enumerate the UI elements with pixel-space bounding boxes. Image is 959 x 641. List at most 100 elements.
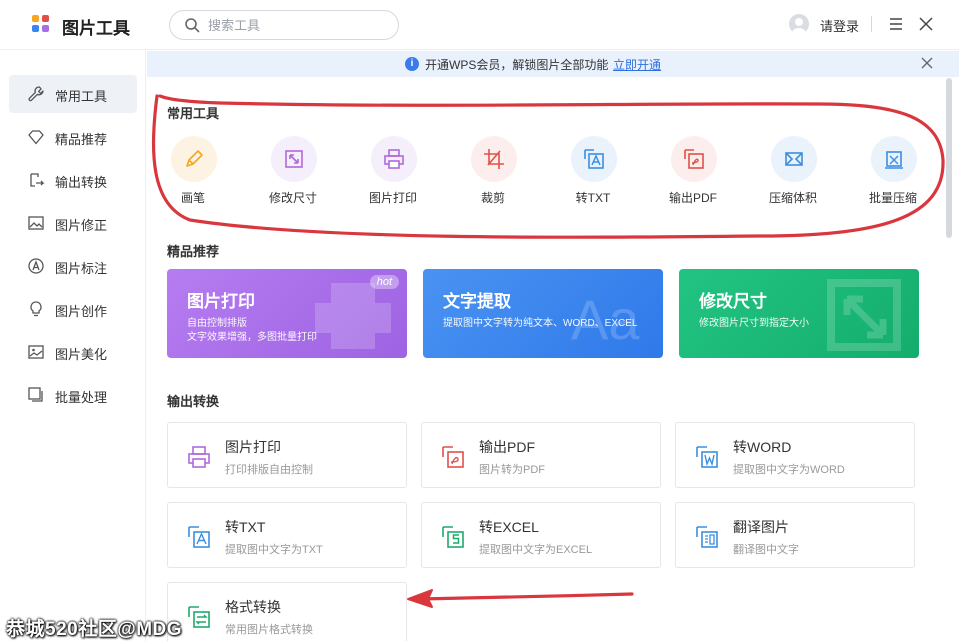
image-icon [28,345,44,359]
sidebar-item-label: 批量处理 [55,390,108,405]
translate-icon [696,526,718,548]
tool-label: 修改尺寸 [268,191,317,205]
resize-icon [827,279,901,351]
batch-compress-icon [885,151,903,169]
printer-icon [188,446,210,468]
sidebar-item-batch[interactable]: 批量处理 [9,376,137,414]
app-title: 图片工具 [62,19,130,38]
tool-resize[interactable]: 修改尺寸 [258,136,328,216]
feature-desc-line: 文字效果增强，多图批量打印 [187,332,317,343]
scrollbar[interactable] [946,78,952,238]
tool-compress[interactable]: 压缩体积 [758,136,828,216]
wrench-icon [28,86,44,102]
divider [871,16,872,32]
section-title-common: 常用工具 [167,106,220,121]
output-card-translate[interactable]: 翻译图片 翻译图中文字 [675,502,915,568]
sidebar-item-common-tools[interactable]: 常用工具 [9,75,137,113]
tool-pdf[interactable]: 输出PDF [658,136,728,216]
diamond-icon [28,130,44,145]
sidebar-item-label: 图片创作 [55,304,108,319]
card-desc: 打印排版自由控制 [225,464,313,476]
close-icon[interactable] [919,17,933,31]
tool-label: 转TXT [575,191,611,205]
feature-title: 图片打印 [187,292,255,311]
resize-icon [285,150,303,168]
feature-card-print[interactable]: hot 图片打印 自由控制排版 文字效果增强，多图批量打印 [167,269,407,358]
feature-card-resize[interactable]: 修改尺寸 修改图片尺寸到指定大小 [679,269,919,358]
output-card-pdf[interactable]: 输出PDF 图片转为PDF [421,422,661,488]
feature-title: 修改尺寸 [699,292,767,311]
card-desc: 提取图中文字为WORD [733,464,845,476]
card-desc: 提取图中文字为EXCEL [479,544,593,556]
card-title: 输出PDF [479,439,535,455]
output-card-excel[interactable]: 转EXCEL 提取图中文字为EXCEL [421,502,661,568]
sidebar-item-label: 常用工具 [55,89,108,104]
card-title: 转EXCEL [479,519,539,535]
user-icon [792,18,806,34]
title-bar: 图片工具 请登录 [0,0,959,50]
output-card-format-convert[interactable]: 格式转换 常用图片格式转换 [167,582,407,641]
pdf-icon [684,149,704,169]
tool-print[interactable]: 图片打印 [358,136,428,216]
feature-desc: 提取图中文字转为纯文本、WORD、EXCEL [443,318,638,329]
card-title: 图片打印 [225,439,281,455]
feature-desc-line: 自由控制排版 [187,318,247,329]
output-card-word[interactable]: 转WORD 提取图中文字为WORD [675,422,915,488]
convert-icon [30,173,45,187]
tool-label: 批量压缩 [868,191,917,205]
watermark: 恭城520社区@MDG [6,619,183,640]
app-logo-icon [32,15,50,33]
output-card-txt[interactable]: 转TXT 提取图中文字为TXT [167,502,407,568]
to-txt-icon [584,149,604,169]
sidebar-item-label: 图片标注 [55,261,108,276]
tool-batch-compress[interactable]: 批量压缩 [858,136,928,216]
sidebar-item-image-fix[interactable]: 图片修正 [9,204,137,242]
tool-label: 输出PDF [668,191,717,205]
sidebar-item-label: 输出转换 [55,175,108,190]
section-title-recommend: 精品推荐 [167,244,220,259]
login-button[interactable]: 请登录 [820,16,859,35]
pdf-icon [442,446,464,468]
sidebar-item-output[interactable]: 输出转换 [9,161,137,199]
sidebar-item-recommend[interactable]: 精品推荐 [9,118,137,156]
printer-icon [384,149,404,169]
sidebar-item-label: 图片美化 [55,347,108,362]
word-icon [696,446,718,468]
close-icon[interactable] [921,57,933,69]
card-title: 转TXT [225,519,266,535]
banner-text: 开通WPS会员，解锁图片全部功能 [425,58,609,72]
tool-pen[interactable]: 画笔 [158,136,228,216]
compress-icon [785,152,803,166]
card-desc: 翻译图中文字 [733,544,799,556]
sidebar: 常用工具 精品推荐 输出转换 图片修正 图片标注 图片创作 图片美化 批量处理 [0,51,146,641]
output-card-print[interactable]: 图片打印 打印排版自由控制 [167,422,407,488]
tool-label: 压缩体积 [768,191,817,205]
excel-icon [442,526,464,548]
banner-link[interactable]: 立即开通 [613,56,661,73]
feature-title: 文字提取 [443,292,511,311]
sidebar-item-beautify[interactable]: 图片美化 [9,333,137,371]
tool-label: 画笔 [180,191,205,205]
feature-card-text-extract[interactable]: Aa 文字提取 提取图中文字转为纯文本、WORD、EXCEL [423,269,663,358]
menu-icon[interactable] [889,17,903,31]
format-convert-icon [188,606,210,628]
sidebar-item-create[interactable]: 图片创作 [9,290,137,328]
card-desc: 提取图中文字为TXT [225,544,323,556]
card-title: 格式转换 [225,599,281,615]
avatar[interactable] [789,14,809,34]
image-edit-icon [28,216,44,230]
batch-icon [28,387,43,402]
card-desc: 图片转为PDF [479,464,545,476]
sidebar-item-label: 图片修正 [55,218,108,233]
search-input[interactable] [208,16,388,34]
text-aa-icon: Aa [571,288,640,351]
to-txt-icon [188,526,210,548]
feature-desc: 自由控制排版 文字效果增强，多图批量打印 [187,317,317,345]
search-icon [185,18,200,33]
vip-banner: i 开通WPS会员，解锁图片全部功能 立即开通 [147,51,959,77]
search-box[interactable] [169,10,399,40]
tool-to-txt[interactable]: 转TXT [558,136,628,216]
annotate-icon [28,258,44,274]
sidebar-item-annotate[interactable]: 图片标注 [9,247,137,285]
tool-crop[interactable]: 裁剪 [458,136,528,216]
